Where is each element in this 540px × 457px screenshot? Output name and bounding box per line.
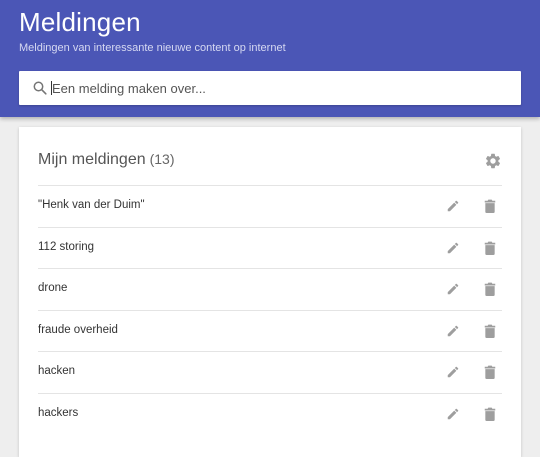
- text-cursor: [51, 81, 52, 95]
- search-input[interactable]: [52, 71, 512, 105]
- app-title: Meldingen: [19, 7, 141, 37]
- alert-row[interactable]: hackers: [38, 392, 502, 435]
- app-header: Meldingen Meldingen van interessante nie…: [0, 0, 540, 117]
- search-box[interactable]: [19, 71, 521, 105]
- alerts-list: "Henk van der Duim" 112 storing drone fr…: [38, 185, 502, 435]
- edit-button[interactable]: [446, 365, 460, 379]
- trash-icon: [484, 241, 496, 255]
- settings-button[interactable]: [484, 152, 502, 170]
- alert-row[interactable]: 112 storing: [38, 226, 502, 269]
- alert-row[interactable]: fraude overheid: [38, 309, 502, 352]
- edit-button[interactable]: [446, 241, 460, 255]
- card-header: Mijn meldingen (13): [19, 127, 521, 185]
- alerts-count: (13): [149, 151, 175, 167]
- alert-label[interactable]: 112 storing: [38, 241, 94, 253]
- pencil-icon: [447, 325, 459, 337]
- pencil-icon: [447, 408, 459, 420]
- edit-button[interactable]: [446, 199, 460, 213]
- trash-icon: [484, 282, 496, 297]
- trash-icon: [484, 407, 496, 421]
- card-title-text: Mijn meldingen: [38, 151, 146, 168]
- card-title: Mijn meldingen (13): [38, 151, 175, 169]
- trash-icon: [484, 365, 496, 380]
- alert-row[interactable]: hacken: [38, 351, 502, 393]
- pencil-icon: [447, 242, 459, 253]
- alert-label[interactable]: "Henk van der Duim": [38, 199, 145, 211]
- edit-button[interactable]: [446, 324, 460, 338]
- search-icon: [33, 81, 47, 95]
- app-subtitle: Meldingen van interessante nieuwe conten…: [19, 42, 286, 54]
- alert-label[interactable]: drone: [38, 282, 67, 294]
- pencil-icon: [447, 283, 459, 295]
- alert-label[interactable]: hackers: [38, 407, 78, 419]
- delete-button[interactable]: [484, 324, 496, 338]
- delete-button[interactable]: [484, 241, 496, 255]
- alert-label[interactable]: hacken: [38, 365, 75, 377]
- pencil-icon: [447, 200, 459, 212]
- pencil-icon: [447, 367, 459, 378]
- alerts-card: Mijn meldingen (13) "Henk van der Duim" 1…: [19, 127, 521, 457]
- delete-button[interactable]: [484, 282, 496, 297]
- alert-row[interactable]: "Henk van der Duim": [38, 185, 502, 227]
- delete-button[interactable]: [484, 199, 496, 213]
- trash-icon: [484, 324, 496, 338]
- edit-button[interactable]: [446, 282, 460, 296]
- delete-button[interactable]: [484, 365, 496, 380]
- delete-button[interactable]: [484, 407, 496, 421]
- gear-icon: [485, 153, 501, 169]
- trash-icon: [484, 199, 496, 213]
- alert-label[interactable]: fraude overheid: [38, 324, 118, 336]
- edit-button[interactable]: [446, 407, 460, 421]
- alert-row[interactable]: drone: [38, 268, 502, 310]
